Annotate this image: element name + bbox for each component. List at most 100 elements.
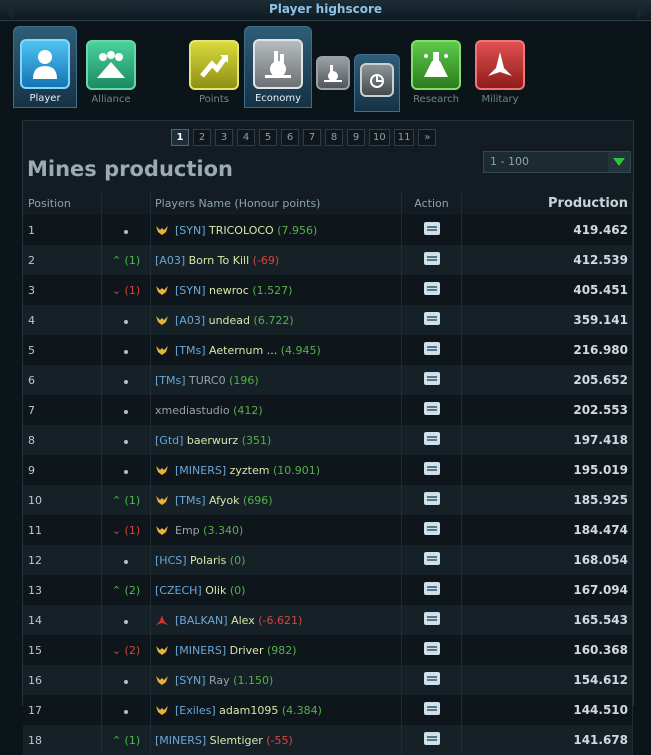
alliance-tag[interactable]: [MINERS]	[175, 644, 226, 657]
player-name[interactable]: Slemtiger	[210, 734, 263, 747]
alliance-tag[interactable]: [TMs]	[175, 344, 206, 357]
player-name[interactable]: PoIaris	[190, 554, 226, 567]
tab-points[interactable]: Points	[183, 32, 245, 105]
page-link[interactable]: 3	[215, 129, 233, 146]
rank-movement	[101, 455, 151, 485]
alliance-tag[interactable]: [Exiles]	[175, 704, 216, 717]
rank-movement	[101, 215, 151, 245]
page-link[interactable]: 6	[281, 129, 299, 146]
player-name[interactable]: Born To Kill	[189, 254, 250, 267]
alliance-tag[interactable]: [TMs]	[155, 374, 186, 387]
page-link[interactable]: 11	[393, 129, 415, 146]
player-name[interactable]: TRICOLOCO	[209, 224, 274, 237]
page-link[interactable]: 1	[171, 129, 189, 146]
page-link[interactable]: 8	[325, 129, 343, 146]
player-name[interactable]: Alex	[231, 614, 255, 627]
alliance-tag[interactable]: [MINERS]	[175, 464, 226, 477]
page-link[interactable]: 9	[347, 129, 365, 146]
table-row: 10 ⌃ (1) [TMs] Afyok (696) 185.925	[23, 485, 633, 515]
alliance-tag[interactable]: [MINERS]	[155, 734, 206, 747]
player-name[interactable]: zyztem	[230, 464, 270, 477]
window-titlebar: Player highscore	[0, 0, 651, 21]
rank-position: 4	[23, 305, 102, 335]
alliance-tag[interactable]: [SYN]	[175, 224, 206, 237]
rank-change: ⌃ (2)	[111, 583, 141, 597]
tab-alliance[interactable]: Alliance	[80, 32, 142, 105]
player-name[interactable]: adam1095	[219, 704, 278, 717]
page-link[interactable]: 7	[303, 129, 321, 146]
player-cell: [CZECH] Olik (0)	[150, 575, 402, 605]
alliance-tag[interactable]: [HCS]	[155, 554, 187, 567]
player-name[interactable]: TURC0	[189, 374, 226, 387]
page-link[interactable]: 5	[259, 129, 277, 146]
honour-points: (3.340)	[203, 523, 244, 537]
message-icon[interactable]	[423, 612, 440, 625]
player-name[interactable]: Aeternum ...	[209, 344, 277, 357]
player-cell: [Gtd] baerwurz (351)	[150, 425, 402, 455]
header-position[interactable]: Position	[23, 191, 102, 215]
message-icon[interactable]	[423, 282, 440, 295]
tab-mines-production[interactable]	[354, 54, 400, 112]
message-icon[interactable]	[423, 342, 440, 355]
tab-economy-total[interactable]	[313, 32, 353, 90]
message-icon[interactable]	[423, 402, 440, 415]
tab-player[interactable]: Player	[13, 26, 77, 108]
message-icon[interactable]	[423, 372, 440, 385]
alliance-tag[interactable]: [SYN]	[175, 674, 206, 687]
player-name[interactable]: baerwurz	[187, 434, 238, 447]
player-cell: Emp (3.340)	[150, 515, 402, 545]
player-cell: [HCS] PoIaris (0)	[150, 545, 402, 575]
production-value: 184.474	[461, 515, 633, 545]
message-icon[interactable]	[423, 222, 440, 235]
honour-points: (1.150)	[233, 673, 274, 687]
table-row: 5 [TMs] Aeternum ... (4.945) 216.980	[23, 335, 633, 365]
tab-research[interactable]: Research	[405, 32, 467, 105]
message-icon[interactable]	[423, 732, 440, 745]
player-name[interactable]: Ray	[209, 674, 230, 687]
alliance-tag[interactable]: [Gtd]	[155, 434, 183, 447]
player-name[interactable]: Driver	[230, 644, 264, 657]
bandit-rank-icon	[156, 615, 168, 625]
page-link[interactable]: 2	[193, 129, 211, 146]
message-icon[interactable]	[423, 432, 440, 445]
alliance-tag[interactable]: [A03]	[175, 314, 205, 327]
header-player-name[interactable]: Players Name (Honour points)	[150, 191, 402, 215]
message-icon[interactable]	[423, 522, 440, 535]
player-name[interactable]: Olik	[205, 584, 226, 597]
rank-position: 16	[23, 665, 102, 695]
message-icon[interactable]	[423, 252, 440, 265]
range-select[interactable]: 1 - 100	[483, 151, 631, 173]
message-icon[interactable]	[423, 492, 440, 505]
alliance-tag[interactable]: [SYN]	[175, 284, 206, 297]
honour-rank-icon	[156, 676, 168, 685]
alliance-tag[interactable]: [TMs]	[175, 494, 206, 507]
production-value: 185.925	[461, 485, 633, 515]
player-name[interactable]: undead	[209, 314, 250, 327]
message-icon[interactable]	[423, 672, 440, 685]
player-name[interactable]: newroc	[209, 284, 249, 297]
alliance-tag[interactable]: [A03]	[155, 254, 185, 267]
tab-military[interactable]: Military	[469, 32, 531, 105]
player-cell: [TMs] Aeternum ... (4.945)	[150, 335, 402, 365]
message-icon[interactable]	[423, 462, 440, 475]
header-production[interactable]: Production	[461, 191, 633, 215]
production-value: 154.612	[461, 665, 633, 695]
message-icon[interactable]	[423, 552, 440, 565]
points-icon	[189, 40, 239, 90]
next-page-button[interactable]: »	[418, 129, 437, 146]
player-name[interactable]: Emp	[175, 524, 200, 537]
message-icon[interactable]	[423, 582, 440, 595]
message-icon[interactable]	[423, 702, 440, 715]
message-icon[interactable]	[423, 312, 440, 325]
no-change-icon	[124, 709, 128, 714]
page-link[interactable]: 10	[369, 129, 390, 146]
honour-rank-icon	[156, 466, 168, 475]
page-link[interactable]: 4	[237, 129, 255, 146]
tab-economy[interactable]: Economy	[244, 26, 312, 108]
alliance-tag[interactable]: [CZECH]	[155, 584, 202, 597]
chevron-down-icon[interactable]	[608, 152, 630, 172]
player-name[interactable]: xmediastudio	[155, 404, 230, 417]
player-name[interactable]: Afyok	[209, 494, 239, 507]
message-icon[interactable]	[423, 642, 440, 655]
alliance-tag[interactable]: [BALKAN]	[175, 614, 228, 627]
